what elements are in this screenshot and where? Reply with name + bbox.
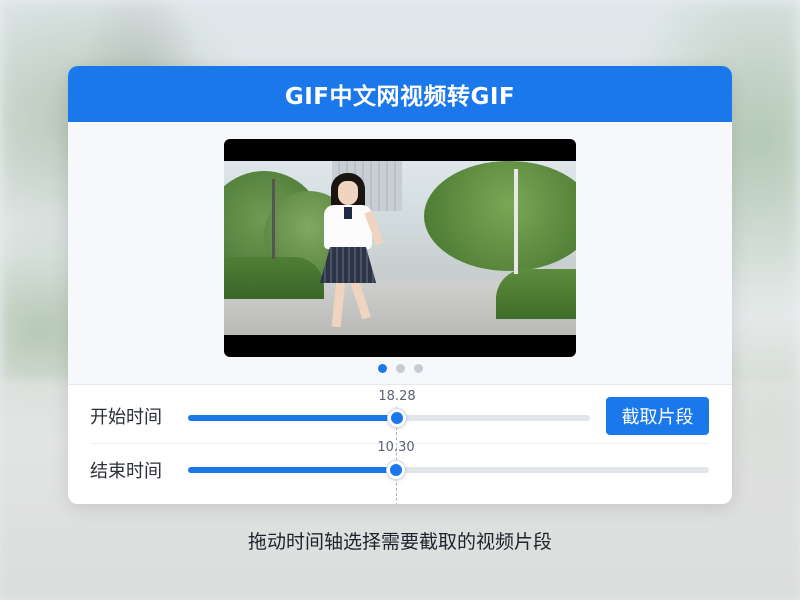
end-time-slider-fill [188,467,396,473]
gif-converter-panel: GIF中文网视频转GIF 开始时间 18.28 截取片段 结束时间 10.30 [68,66,732,504]
instruction-caption: 拖动时间轴选择需要截取的视频片段 [247,531,552,553]
start-time-slider-thumb[interactable] [388,409,406,427]
scene-pole [514,169,518,274]
scene-hedge-left [224,257,324,299]
end-time-value: 10.30 [377,440,415,455]
video-frame-image [224,161,576,335]
app-title: GIF中文网视频转GIF [284,84,516,110]
end-time-label: 结束时间 [90,461,162,482]
carousel-dot[interactable] [395,364,405,373]
timeline-controls: 开始时间 18.28 截取片段 结束时间 10.30 [68,384,732,504]
carousel-dot[interactable] [413,364,423,373]
scene-lamp [272,179,275,259]
panel-header: GIF中文网视频转GIF [68,66,732,122]
cut-clip-button[interactable]: 截取片段 [606,397,709,435]
start-time-label: 开始时间 [90,407,162,428]
scene-tree-right [424,161,576,271]
end-time-slider[interactable]: 10.30 [188,440,709,479]
carousel-dot[interactable] [377,364,387,373]
start-time-slider-fill [188,415,397,421]
video-preview[interactable] [224,139,576,357]
end-time-slider-thumb[interactable] [387,461,405,479]
start-time-value: 18.28 [378,389,416,404]
runner-face [338,181,358,205]
start-time-slider[interactable]: 18.28 [188,389,590,427]
scene-hedge-right [496,269,576,319]
carousel-dots [68,364,732,373]
runner-tie [344,207,352,219]
